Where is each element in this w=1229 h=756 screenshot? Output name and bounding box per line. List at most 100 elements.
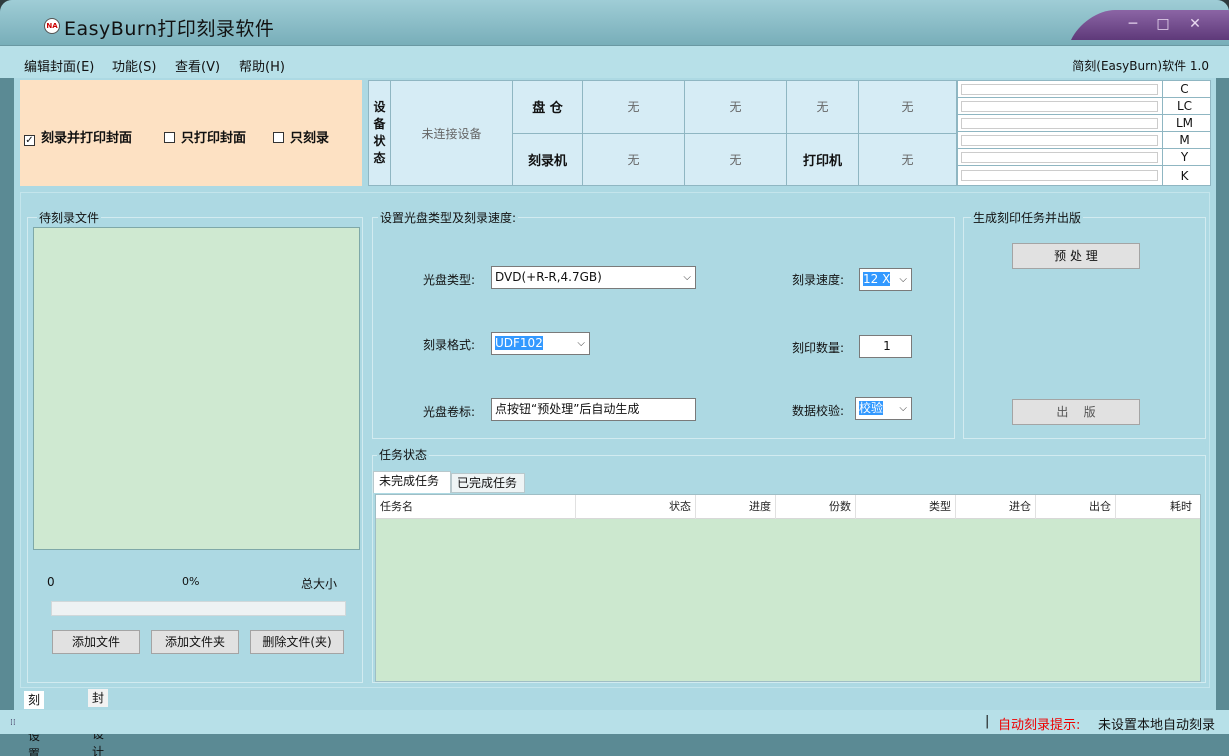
chevron-down-icon[interactable]: ⌵ <box>577 333 585 354</box>
app-window: NA EasyBurn打印刻录软件 ─ □ ✕ 编辑封面(E) 功能(S) 查看… <box>0 0 1229 756</box>
menu-view[interactable]: 查看(V) <box>175 56 220 75</box>
column-header[interactable]: 进度 <box>696 495 776 519</box>
ink-level-bar <box>961 118 1158 129</box>
delete-file-button[interactable]: 删除文件(夹) <box>250 630 344 654</box>
tab-pending-tasks[interactable]: 未完成任务 <box>373 471 451 493</box>
preprocess-button[interactable]: 预 处 理 <box>1012 243 1140 269</box>
print-count-label: 刻印数量: <box>792 341 845 355</box>
total-size-label: 总大小 <box>301 577 338 591</box>
disc-settings-title: 设置光盘类型及刻录速度: <box>378 209 519 226</box>
ink-row: M <box>958 132 1211 149</box>
minimize-button[interactable]: ─ <box>1122 14 1144 34</box>
main-content: ✓ 刻录并打印封面 只打印封面 只刻录 设 备 状 态 未连接设备 盘 仓 无 无 <box>14 78 1216 710</box>
disc-type-select[interactable]: DVD(+R-R,4.7GB) ⌵ <box>491 266 696 289</box>
task-table[interactable]: 任务名 状态 进度 份数 类型 进仓 出仓 耗时 <box>375 494 1201 682</box>
burn-speed-value: 12 X <box>863 272 891 286</box>
chevron-down-icon[interactable]: ⌵ <box>899 269 907 290</box>
ink-level-bar <box>961 152 1158 163</box>
burn-speed-label: 刻录速度: <box>792 273 845 287</box>
easyburn-logo-icon: NA <box>44 18 60 34</box>
printer-label: 打印机 <box>786 132 859 186</box>
disc-bay-value: 无 <box>582 80 685 134</box>
ink-level-panel: C LC LM M Y K <box>957 80 1211 186</box>
disc-bay-value: 无 <box>858 80 957 134</box>
column-header[interactable]: 状态 <box>576 495 696 519</box>
progress-percent: 0% <box>182 575 200 588</box>
mode-label: 只刻录 <box>290 131 330 146</box>
ink-row: LM <box>958 115 1211 132</box>
ink-level-bar <box>961 101 1158 112</box>
tasks-group-title: 任务状态 <box>377 446 430 463</box>
mode-burn-only[interactable]: 只刻录 <box>273 127 329 146</box>
burner-value: 无 <box>684 132 787 186</box>
chevron-down-icon[interactable]: ⌵ <box>899 398 907 419</box>
tab-completed-tasks[interactable]: 已完成任务 <box>451 473 525 493</box>
ink-row: Y <box>958 149 1211 166</box>
checkbox-icon[interactable] <box>164 132 175 143</box>
title-bar[interactable]: NA EasyBurn打印刻录软件 ─ □ ✕ <box>0 0 1229 46</box>
job-group-title: 生成刻印任务并出版 <box>971 209 1084 226</box>
tab-burn-settings[interactable]: 刻录设置 <box>24 691 45 756</box>
burn-format-value: UDF102 <box>495 336 543 350</box>
menu-bar: 编辑封面(E) 功能(S) 查看(V) 帮助(H) 简刻(EasyBurn)软件… <box>0 46 1229 78</box>
auto-burn-hint-value: 未设置本地自动刻录 <box>1098 718 1216 733</box>
add-file-button[interactable]: 添加文件 <box>52 630 140 654</box>
mode-burn-and-print[interactable]: ✓ 刻录并打印封面 <box>24 127 132 146</box>
burn-mode-panel: ✓ 刻录并打印封面 只打印封面 只刻录 <box>20 80 362 186</box>
publish-button[interactable]: 出 版 <box>1012 399 1140 425</box>
auto-burn-hint-label: 自动刻录提示: <box>998 718 1081 733</box>
disc-type-value: DVD(+R-R,4.7GB) <box>495 270 602 284</box>
resize-grip-icon[interactable]: ⁞⁞ <box>10 718 16 728</box>
status-bar: ⁞⁞ | 自动刻录提示: 未设置本地自动刻录 <box>0 710 1229 734</box>
column-header[interactable]: 任务名 <box>376 495 576 519</box>
burner-value: 无 <box>582 132 685 186</box>
column-header[interactable]: 类型 <box>856 495 956 519</box>
printer-value: 无 <box>858 132 957 186</box>
device-status-label: 设 备 状 态 <box>368 80 391 186</box>
checkbox-checked-icon[interactable]: ✓ <box>24 135 35 146</box>
disc-bay-value: 无 <box>684 80 787 134</box>
file-list[interactable] <box>33 227 360 550</box>
mode-label: 刻录并打印封面 <box>41 131 133 146</box>
verify-label: 数据校验: <box>792 404 845 418</box>
ink-row: C <box>958 81 1211 98</box>
tab-cover-design[interactable]: 封面设计 <box>88 689 109 756</box>
close-button[interactable]: ✕ <box>1184 14 1206 34</box>
ink-row: LC <box>958 98 1211 115</box>
ink-level-bar <box>961 170 1158 181</box>
menu-edit-cover[interactable]: 编辑封面(E) <box>24 56 94 75</box>
ink-label: Y <box>1162 149 1206 166</box>
burn-speed-select[interactable]: 12 X ⌵ <box>859 268 912 291</box>
device-status-table: 设 备 状 态 未连接设备 盘 仓 无 无 无 无 刻录机 无 无 打印机 无 <box>368 80 957 186</box>
mode-print-only[interactable]: 只打印封面 <box>164 127 246 146</box>
column-header[interactable]: 份数 <box>776 495 856 519</box>
verify-value: 校验 <box>859 401 884 415</box>
menu-functions[interactable]: 功能(S) <box>112 56 156 75</box>
volume-label-input[interactable]: 点按钮“预处理”后自动生成 <box>491 398 696 421</box>
menu-help[interactable]: 帮助(H) <box>239 56 285 75</box>
column-header[interactable]: 进仓 <box>956 495 1036 519</box>
task-table-header: 任务名 状态 进度 份数 类型 进仓 出仓 耗时 <box>376 495 1200 519</box>
ink-label: M <box>1162 132 1206 149</box>
ink-label: K <box>1162 166 1206 186</box>
ink-level-bar <box>961 84 1158 95</box>
chevron-down-icon[interactable]: ⌵ <box>683 267 691 288</box>
burner-label: 刻录机 <box>512 132 583 186</box>
add-folder-button[interactable]: 添加文件夹 <box>151 630 239 654</box>
status-separator: | <box>985 714 990 729</box>
column-header[interactable]: 出仓 <box>1036 495 1116 519</box>
print-count-input[interactable]: 1 <box>859 335 912 358</box>
window-title: EasyBurn打印刻录软件 <box>64 18 275 40</box>
checkbox-icon[interactable] <box>273 132 284 143</box>
burn-progress-bar <box>51 601 346 616</box>
files-group-title: 待刻录文件 <box>37 209 102 226</box>
verify-select[interactable]: 校验 ⌵ <box>855 397 912 420</box>
ink-label: LC <box>1162 98 1206 115</box>
ink-row: K <box>958 166 1211 186</box>
ink-label: LM <box>1162 115 1206 132</box>
maximize-button[interactable]: □ <box>1152 14 1174 34</box>
disc-bay-value: 无 <box>786 80 859 134</box>
connection-status: 未连接设备 <box>390 80 513 186</box>
burn-format-select[interactable]: UDF102 ⌵ <box>491 332 590 355</box>
column-header[interactable]: 耗时 <box>1116 495 1196 519</box>
